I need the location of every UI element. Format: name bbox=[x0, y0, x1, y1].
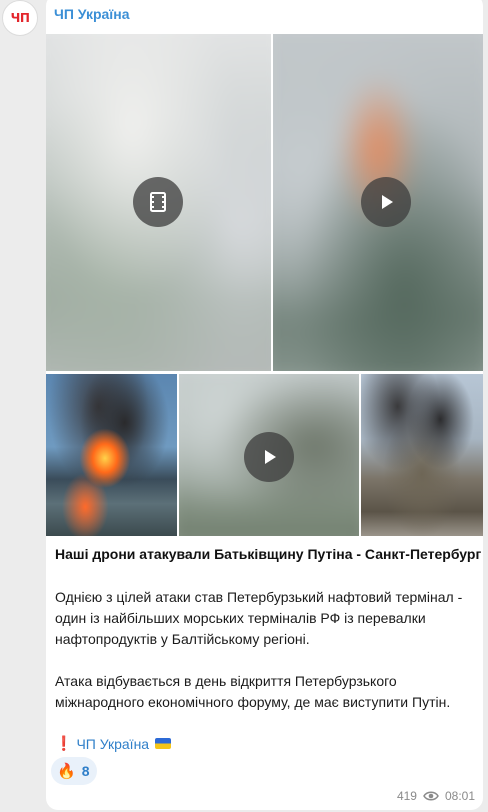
media-video-1[interactable] bbox=[46, 34, 271, 371]
exclamation-icon: ❗ bbox=[55, 735, 73, 751]
reaction-fire[interactable]: 🔥 8 bbox=[51, 757, 98, 785]
reaction-count: 8 bbox=[81, 763, 90, 779]
channel-logo: ЧП bbox=[10, 11, 30, 25]
media-photo-fire[interactable] bbox=[46, 374, 177, 536]
ukraine-flag-icon bbox=[155, 738, 172, 749]
eye-icon bbox=[423, 791, 439, 801]
fire-icon: 🔥 bbox=[57, 763, 76, 780]
channel-name[interactable]: ЧП Україна bbox=[54, 6, 130, 22]
media-photo-smoke[interactable] bbox=[361, 374, 483, 536]
message-time: 08:01 bbox=[444, 789, 475, 803]
play-icon[interactable] bbox=[244, 432, 294, 482]
view-count: 419 bbox=[396, 789, 417, 803]
post-title: Наші дрони атакували Батьківщину Путіна … bbox=[55, 546, 482, 562]
post-paragraph-2: Атака відбувається в день відкриття Пете… bbox=[55, 673, 451, 710]
film-icon[interactable] bbox=[133, 177, 183, 227]
post-paragraph-1: Однією з цілей атаки став Петербурзький … bbox=[55, 589, 463, 647]
media-video-3[interactable] bbox=[179, 374, 359, 536]
play-icon[interactable] bbox=[361, 177, 411, 227]
signature-link[interactable]: ЧП Україна bbox=[76, 736, 149, 752]
post-signature: ❗ ЧП Україна bbox=[55, 735, 172, 752]
media-video-2[interactable] bbox=[273, 34, 483, 371]
channel-avatar[interactable]: ЧП bbox=[2, 0, 38, 36]
message-meta: 419 08:01 bbox=[397, 789, 475, 803]
message-bubble: ЧП Україна Наші дрони атакували Батьківщ… bbox=[46, 0, 483, 810]
